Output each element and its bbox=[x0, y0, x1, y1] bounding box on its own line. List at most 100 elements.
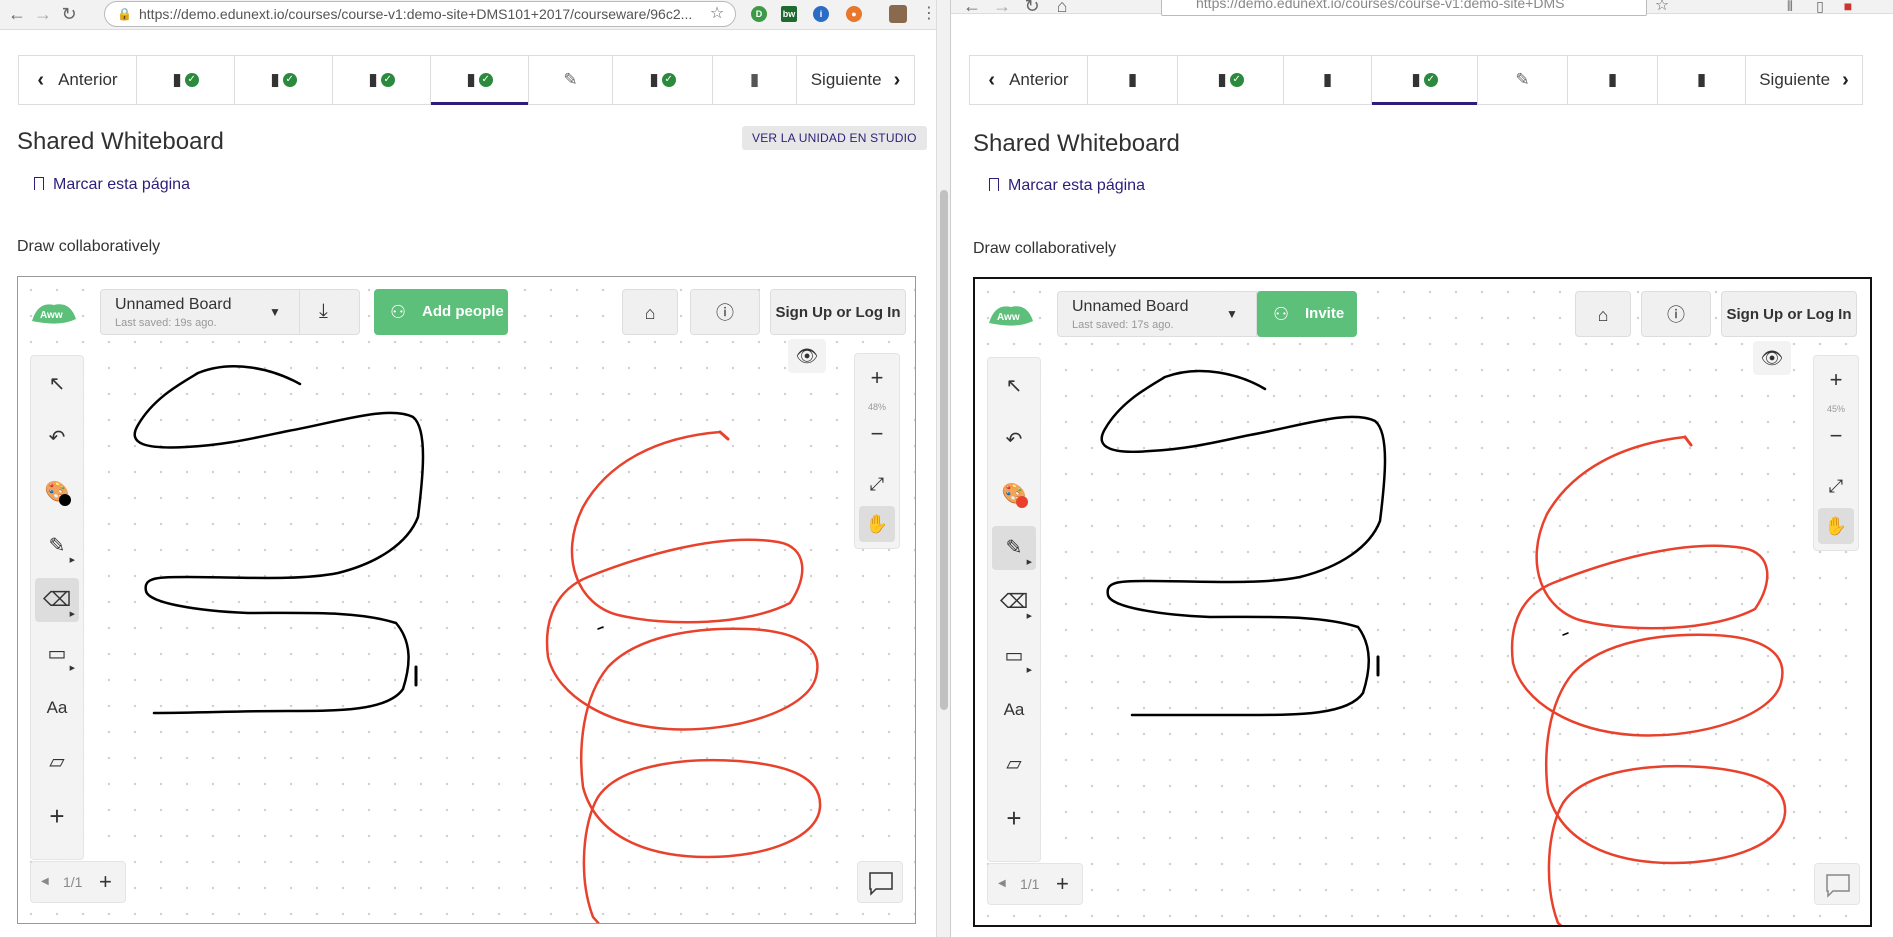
menu-icon[interactable]: ⋮ bbox=[918, 4, 936, 24]
chat-icon-glyph bbox=[869, 872, 893, 896]
undo-icon[interactable]: ↶ bbox=[35, 416, 79, 460]
bookmark-button[interactable]: Marcar esta página bbox=[34, 176, 190, 194]
add-page-icon[interactable]: + bbox=[99, 862, 112, 902]
pencil-icon[interactable]: ✎ ▶ bbox=[992, 526, 1036, 570]
chat-icon[interactable] bbox=[1814, 863, 1860, 905]
tab-unit-6[interactable]: ▮ ✓ bbox=[613, 56, 713, 104]
hand-icon[interactable]: ✋ bbox=[1818, 508, 1854, 544]
reload-icon[interactable]: ↻ bbox=[1021, 0, 1043, 16]
extension-icon[interactable]: ● bbox=[846, 6, 862, 22]
star-icon[interactable]: ☆ bbox=[1651, 0, 1673, 16]
chevron-left-icon[interactable]: ◀ bbox=[41, 862, 49, 902]
extension-icon[interactable]: ■ bbox=[1837, 0, 1859, 16]
zoom-out-icon[interactable]: − bbox=[859, 416, 895, 452]
drawing-canvas[interactable] bbox=[18, 277, 916, 924]
chevron-left-icon[interactable]: ◀ bbox=[998, 864, 1006, 904]
black-stroke bbox=[1100, 369, 1387, 717]
cursor-icon[interactable]: ↖ bbox=[35, 362, 79, 406]
tab-unit-5[interactable]: ✎ bbox=[529, 56, 613, 104]
next-label: Siguiente bbox=[810, 70, 882, 89]
cursor-icon[interactable]: ↖ bbox=[992, 364, 1036, 408]
sidebar-icon[interactable]: ▯ bbox=[1809, 0, 1831, 16]
plus-icon[interactable]: + bbox=[992, 796, 1036, 840]
eraser-icon[interactable]: ⌫ ▶ bbox=[35, 578, 79, 622]
address-bar[interactable]: 🔒 https://demo.edunext.io/courses/course… bbox=[104, 1, 736, 27]
avatar[interactable] bbox=[889, 5, 907, 23]
palette-icon[interactable]: 🎨 bbox=[35, 470, 79, 514]
tab-unit-7[interactable]: ▮ bbox=[1658, 56, 1746, 104]
view-in-studio-button[interactable]: VER LA UNIDAD EN STUDIO bbox=[742, 126, 927, 150]
extension-icon[interactable]: D bbox=[751, 6, 767, 22]
text-icon[interactable]: Aa bbox=[35, 686, 79, 730]
tab-unit-5[interactable]: ✎ bbox=[1478, 56, 1568, 104]
page-indicator: 1/1 bbox=[1020, 876, 1040, 892]
zoom-out-icon[interactable]: − bbox=[1818, 418, 1854, 454]
eye-icon[interactable]: 👁 bbox=[788, 339, 826, 373]
tab-unit-7[interactable]: ▮ bbox=[713, 56, 797, 104]
chat-icon-glyph bbox=[1826, 874, 1850, 898]
rectangle-icon[interactable]: ▭ ▶ bbox=[992, 634, 1036, 678]
tab-unit-4[interactable]: ▮ ✓ bbox=[431, 56, 529, 105]
chevron-left-icon: ‹ bbox=[988, 68, 996, 91]
book-icon: ▮ bbox=[172, 70, 182, 89]
back-icon[interactable]: ← bbox=[961, 0, 983, 16]
whiteboard[interactable]: Aww Unnamed Board Last saved: 17s ago. ▼… bbox=[973, 277, 1872, 927]
bookmark-button[interactable]: Marcar esta página bbox=[989, 177, 1145, 195]
home-icon[interactable]: ⌂ bbox=[1051, 0, 1073, 16]
sticky-note-icon[interactable]: ▱ bbox=[35, 740, 79, 784]
page-title: Shared Whiteboard bbox=[17, 128, 224, 155]
text-icon[interactable]: Aa bbox=[992, 688, 1036, 732]
book-icon: ▮ bbox=[270, 70, 280, 89]
palette-icon[interactable]: 🎨 bbox=[992, 472, 1036, 516]
tab-unit-4[interactable]: ▮ ✓ bbox=[1372, 56, 1478, 105]
add-page-icon[interactable]: + bbox=[1056, 864, 1069, 904]
address-bar[interactable]: https://demo.edunext.io/courses/course-v… bbox=[1161, 0, 1647, 16]
tab-unit-2[interactable]: ▮ ✓ bbox=[235, 56, 333, 104]
hand-icon[interactable]: ✋ bbox=[859, 506, 895, 542]
red-stroke bbox=[1510, 435, 1787, 925]
check-icon: ✓ bbox=[1229, 73, 1244, 87]
tab-unit-3[interactable]: ▮ bbox=[1284, 56, 1372, 104]
whiteboard[interactable]: Aww Unnamed Board Last saved: 19s ago. ▼… bbox=[17, 276, 916, 924]
extension-icon[interactable]: i bbox=[813, 6, 829, 22]
extension-icon[interactable]: bw bbox=[781, 6, 797, 22]
back-icon[interactable]: ← bbox=[6, 4, 28, 24]
tab-unit-1[interactable]: ▮ ✓ bbox=[137, 56, 235, 104]
rectangle-icon[interactable]: ▭ ▶ bbox=[35, 632, 79, 676]
prev-button[interactable]: ‹ Anterior bbox=[19, 56, 137, 104]
scrollbar[interactable] bbox=[936, 0, 950, 937]
pencil-icon[interactable]: ✎ ▶ bbox=[35, 524, 79, 568]
page-navigator: ◀ 1/1 + bbox=[30, 861, 126, 903]
library-icon[interactable]: ⫴ bbox=[1779, 0, 1801, 16]
zoom-in-icon[interactable]: + bbox=[1818, 362, 1854, 398]
zoom-level: 45% bbox=[1826, 404, 1845, 414]
forward-icon[interactable]: → bbox=[991, 0, 1013, 16]
next-button[interactable]: Siguiente › bbox=[797, 56, 914, 104]
component-description: Draw collaboratively bbox=[973, 240, 1117, 257]
reload-icon[interactable]: ↻ bbox=[58, 4, 80, 24]
star-icon[interactable]: ☆ bbox=[706, 4, 728, 24]
tab-unit-1[interactable]: ▮ bbox=[1088, 56, 1178, 104]
eraser-icon[interactable]: ⌫ ▶ bbox=[992, 580, 1036, 624]
fullscreen-icon[interactable]: ⤢ bbox=[859, 466, 895, 502]
plus-icon[interactable]: + bbox=[35, 794, 79, 838]
lock-icon: 🔒 bbox=[117, 7, 132, 21]
page-navigator: ◀ 1/1 + bbox=[987, 863, 1083, 905]
forward-icon[interactable]: → bbox=[32, 4, 54, 24]
chat-icon[interactable] bbox=[857, 861, 903, 903]
zoom-in-icon[interactable]: + bbox=[859, 360, 895, 396]
chevron-left-icon: ‹ bbox=[37, 68, 45, 91]
drawing-canvas[interactable] bbox=[975, 279, 1872, 927]
eye-icon[interactable]: 👁 bbox=[1753, 341, 1791, 375]
undo-icon[interactable]: ↶ bbox=[992, 418, 1036, 462]
tab-unit-3[interactable]: ▮ ✓ bbox=[333, 56, 431, 104]
browser-toolbar: ← → ↻ 🔒 https://demo.edunext.io/courses/… bbox=[0, 0, 936, 30]
tab-unit-6[interactable]: ▮ bbox=[1568, 56, 1658, 104]
tab-unit-2[interactable]: ▮ ✓ bbox=[1178, 56, 1284, 104]
scrollbar-thumb[interactable] bbox=[940, 190, 948, 710]
next-button[interactable]: Siguiente › bbox=[1746, 56, 1862, 104]
prev-button[interactable]: ‹ Anterior bbox=[970, 56, 1088, 104]
sticky-note-icon[interactable]: ▱ bbox=[992, 742, 1036, 786]
check-icon: ✓ bbox=[478, 73, 493, 87]
fullscreen-icon[interactable]: ⤢ bbox=[1818, 468, 1854, 504]
